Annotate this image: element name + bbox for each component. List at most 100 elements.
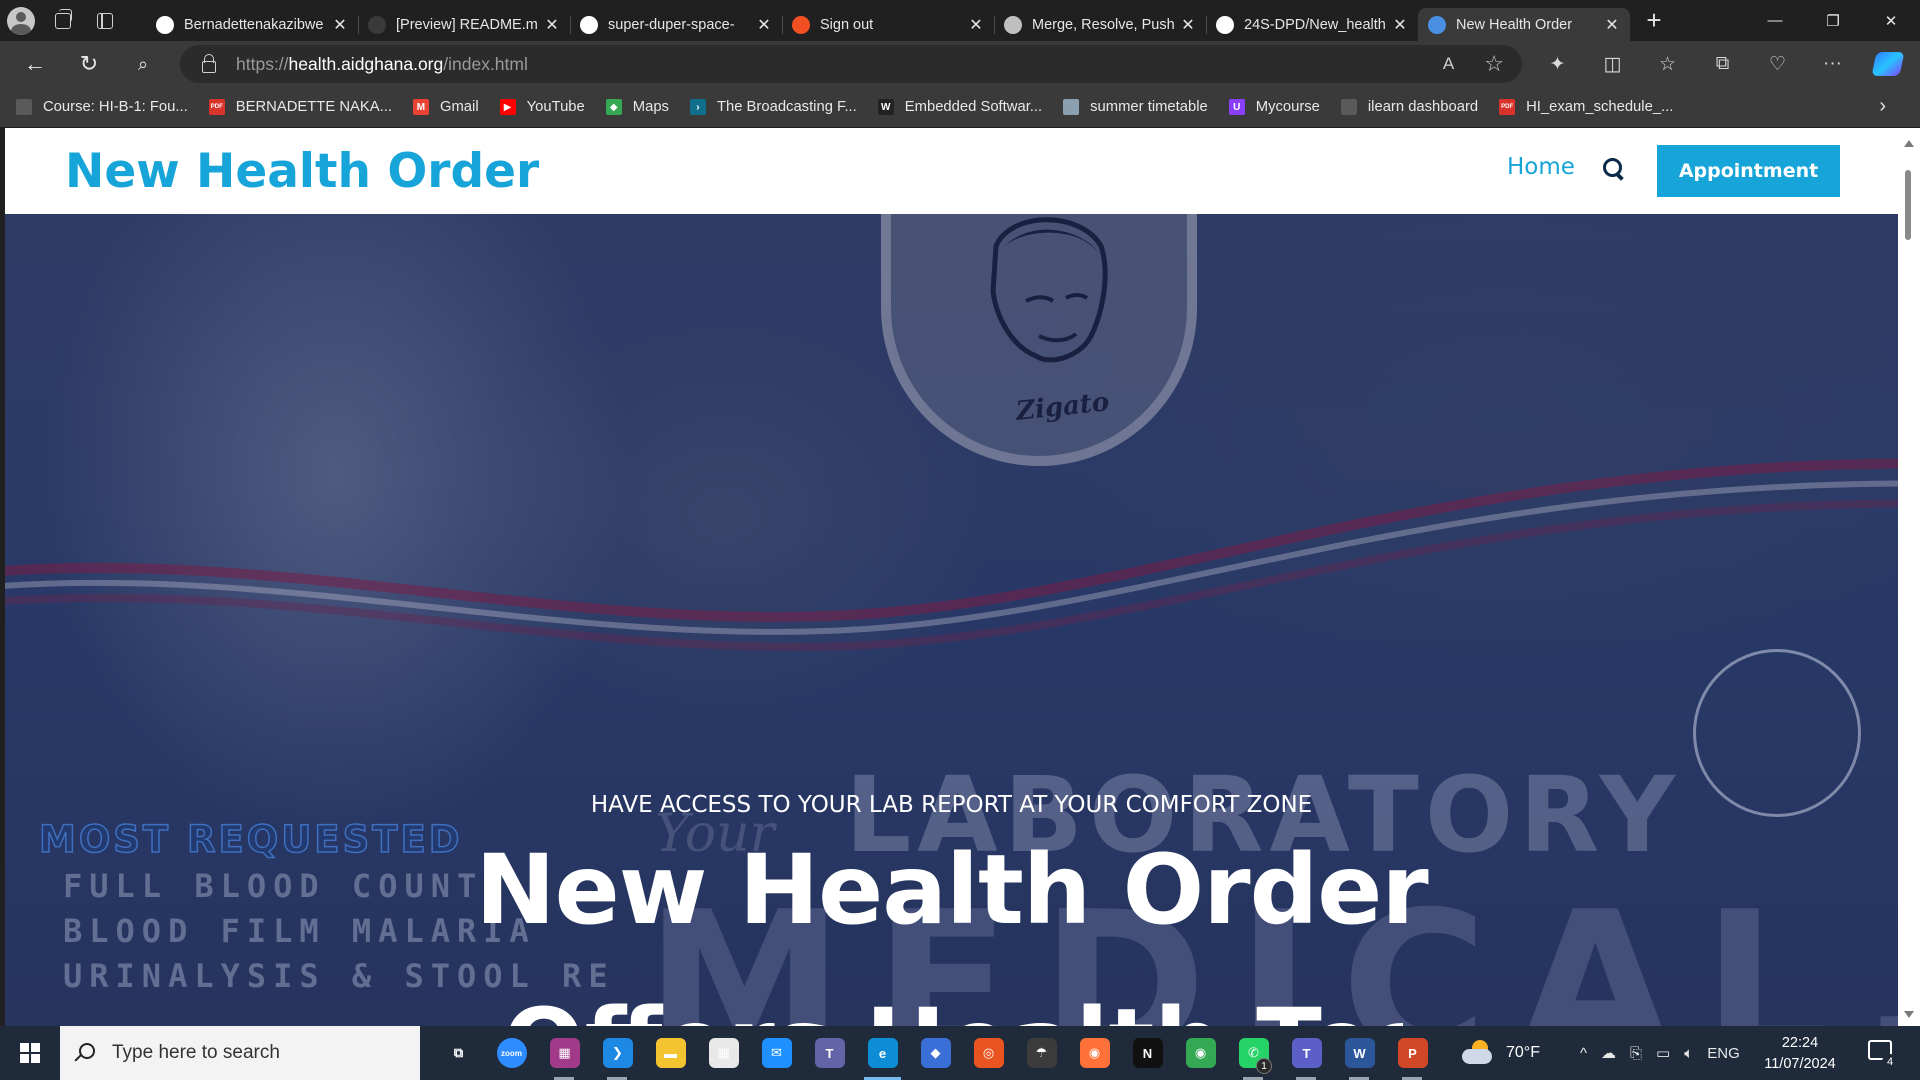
refresh-button[interactable]: ↻ <box>62 44 116 84</box>
new-tab-button[interactable]: + <box>1634 1 1674 41</box>
appointment-button[interactable]: Appointment <box>1657 145 1840 197</box>
vertical-tabs-button[interactable] <box>84 0 126 41</box>
browser-tab[interactable]: super-duper-space- ✕ <box>570 8 782 41</box>
tab-close-icon[interactable]: ✕ <box>1604 17 1620 34</box>
favorite-star-icon[interactable]: ☆ <box>1484 51 1504 77</box>
hero-ribbon-wave <box>5 458 1898 651</box>
app-badge: 1 <box>1256 1058 1272 1074</box>
tab-close-icon[interactable]: ✕ <box>1180 17 1196 34</box>
weather-icon[interactable] <box>1462 1040 1496 1066</box>
battery-icon[interactable]: ▭ <box>1656 1044 1670 1062</box>
taskbar-search-box[interactable]: Type here to search <box>60 1026 420 1080</box>
split-screen-icon[interactable]: ◫ <box>1585 41 1640 87</box>
page-scrollbar[interactable] <box>1898 128 1920 1026</box>
weather-temperature[interactable]: 70°F <box>1506 1044 1540 1062</box>
tab-close-icon[interactable]: ✕ <box>968 17 984 34</box>
taskbar-app-button[interactable]: ◉ <box>1174 1026 1227 1080</box>
read-aloud-icon[interactable]: A <box>1443 54 1454 74</box>
bookmark-item[interactable]: M Gmail <box>412 99 479 115</box>
browser-tab[interactable]: Sign out ✕ <box>782 8 994 41</box>
site-brand-logo[interactable]: New Health Order <box>65 144 539 199</box>
hero-subtitle: HAVE ACCESS TO YOUR LAB REPORT AT YOUR C… <box>590 792 1313 818</box>
profile-button[interactable] <box>0 0 42 41</box>
extensions-icon[interactable]: ✦ <box>1530 41 1585 87</box>
tab-separator <box>782 16 783 34</box>
usb-icon[interactable]: ⎘ <box>1630 1045 1642 1062</box>
more-options-icon[interactable]: ··· <box>1805 41 1860 87</box>
windows-taskbar: Type here to search ⧉ zoom ▦ ❯ ▬ ▦ ✉ Te ◆ ◎ ☂ ◉ N ◉ ✆ 1… <box>0 1026 1920 1080</box>
bookmark-item[interactable]: summer timetable <box>1063 99 1208 115</box>
browser-tab-strip: Bernadettenakazibwe ✕ [Preview] README.md ✕… <box>0 0 1920 41</box>
taskbar-app-button[interactable]: ▦ <box>697 1026 750 1080</box>
back-button[interactable]: ← <box>8 44 62 84</box>
scrollbar-thumb[interactable] <box>1905 170 1911 240</box>
browser-tab[interactable]: [Preview] README.md ✕ <box>358 8 570 41</box>
taskbar-app-button[interactable]: T <box>1280 1026 1333 1080</box>
minimize-button[interactable]: — <box>1746 0 1804 41</box>
favorites-icon[interactable]: ☆ <box>1640 41 1695 87</box>
address-bar[interactable]: https://health.aidghana.org/index.html A… <box>180 45 1522 83</box>
url-text[interactable]: https://health.aidghana.org/index.html <box>236 54 528 75</box>
taskbar-app-button[interactable]: ❯ <box>591 1026 644 1080</box>
tab-close-icon[interactable]: ✕ <box>1392 17 1408 34</box>
bookmark-item[interactable]: Course: HI-B-1: Fou... <box>16 99 188 115</box>
bookmark-item[interactable]: ◆ Maps <box>605 99 669 115</box>
browser-essentials-icon[interactable]: ♡ <box>1750 41 1805 87</box>
bookmark-item[interactable]: W Embedded Softwar... <box>877 99 1042 115</box>
address-bar-actions: A ☆ <box>1443 45 1504 83</box>
tab-close-icon[interactable]: ✕ <box>544 17 560 34</box>
bookmark-item[interactable]: › The Broadcasting F... <box>689 99 857 115</box>
taskbar-app-button[interactable]: zoom <box>485 1026 538 1080</box>
close-window-button[interactable]: ✕ <box>1862 0 1920 41</box>
bookmark-item[interactable]: U Mycourse <box>1228 99 1320 115</box>
powerpoint-icon: P <box>1397 1038 1428 1068</box>
taskbar-app-button[interactable]: ✉ <box>750 1026 803 1080</box>
start-button[interactable] <box>0 1026 60 1080</box>
tab-close-icon[interactable]: ✕ <box>332 17 348 34</box>
bookmark-item[interactable]: ▶ YouTube <box>499 99 585 115</box>
scroll-up-arrow-icon[interactable] <box>1904 140 1914 147</box>
taskbar-app-button[interactable]: ▬ <box>644 1026 697 1080</box>
taskbar-app-button[interactable]: ◆ <box>909 1026 962 1080</box>
back-arrow-icon: ← <box>24 51 46 76</box>
task-view-icon: ⧉ <box>453 1045 464 1060</box>
bookmark-label: Gmail <box>439 99 479 115</box>
site-search-icon[interactable] <box>1601 156 1625 180</box>
profile-avatar-icon <box>7 6 35 35</box>
browser-tab[interactable]: 24S-DPD/New_health ✕ <box>1206 8 1418 41</box>
browser-tab[interactable]: Bernadettenakazibwe ✕ <box>146 8 358 41</box>
volume-icon[interactable]: 🔈︎ <box>1684 1045 1693 1062</box>
onedrive-icon[interactable]: ☁ <box>1601 1044 1616 1062</box>
taskbar-app-button[interactable]: e <box>856 1026 909 1080</box>
tab-close-icon[interactable]: ✕ <box>756 17 772 34</box>
bookmarks-overflow-chevron-icon[interactable]: › <box>1879 95 1886 118</box>
browser-tab[interactable]: Merge, Resolve, Push ✕ <box>994 8 1206 41</box>
taskbar-app-button[interactable]: ◎ <box>962 1026 1015 1080</box>
taskbar-app-button[interactable]: ✆ 1 <box>1227 1026 1280 1080</box>
taskbar-app-button[interactable]: W <box>1333 1026 1386 1080</box>
nav-home-link[interactable]: Home <box>1507 154 1575 180</box>
taskbar-clock[interactable]: 22:24 11/07/2024 <box>1760 1033 1840 1075</box>
tab-separator <box>994 16 995 34</box>
taskbar-app-button[interactable]: T <box>803 1026 856 1080</box>
bookmark-item[interactable]: PDF BERNADETTE NAKA... <box>208 99 392 115</box>
search-tab-button[interactable]: ⌕ <box>116 44 170 84</box>
restore-button[interactable]: ❐ <box>1804 0 1862 41</box>
taskbar-app-button[interactable]: N <box>1121 1026 1174 1080</box>
workspaces-button[interactable] <box>42 0 84 41</box>
copilot-icon[interactable] <box>1860 41 1915 87</box>
taskbar-app-button[interactable]: ⧉ <box>432 1026 485 1080</box>
show-hidden-icons-chevron-icon[interactable]: ^ <box>1580 1045 1587 1062</box>
taskbar-app-button[interactable]: ▦ <box>538 1026 591 1080</box>
bookmark-item[interactable]: PDF HI_exam_schedule_... <box>1499 99 1673 115</box>
bookmark-label: Mycourse <box>1255 99 1320 115</box>
bookmark-item[interactable]: ilearn dashboard <box>1340 99 1478 115</box>
browser-tab[interactable]: New Health Order ✕ <box>1418 8 1630 41</box>
mycourse-icon: U <box>1228 99 1245 115</box>
collections-icon[interactable]: ⧉ <box>1695 41 1750 87</box>
taskbar-app-button[interactable]: P <box>1386 1026 1439 1080</box>
taskbar-app-button[interactable]: ◉ <box>1068 1026 1121 1080</box>
scroll-down-arrow-icon[interactable] <box>1904 1011 1914 1018</box>
taskbar-app-button[interactable]: ☂ <box>1015 1026 1068 1080</box>
input-language[interactable]: ENG <box>1707 1045 1740 1062</box>
